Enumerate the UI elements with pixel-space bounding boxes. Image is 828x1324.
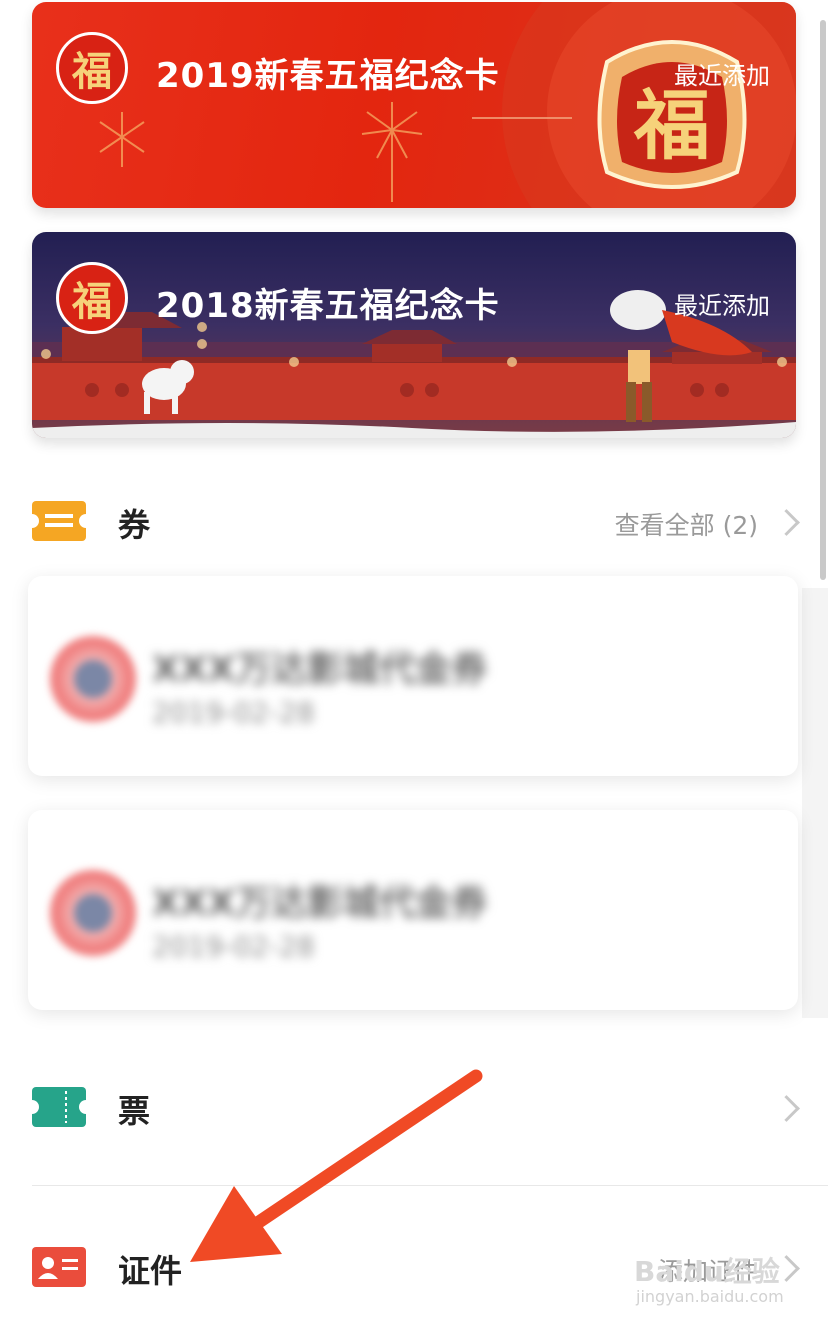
tickets-label: 票 <box>118 1092 151 1130</box>
card-title: 2018新春五福纪念卡 <box>156 286 500 326</box>
card-2018-wufu[interactable]: 福 2018新春五福纪念卡 最近添加 <box>32 232 796 438</box>
card-2019-wufu[interactable]: 福 福 2019新春五福纪念卡 最近添加 <box>32 2 796 208</box>
id-card-icon <box>32 1247 86 1287</box>
coupon-name: XXX万达影城代金券 <box>152 649 488 690</box>
watermark-url: jingyan.baidu.com <box>636 1287 784 1306</box>
merchant-logo-icon <box>50 636 136 722</box>
merchant-logo-icon <box>50 870 136 956</box>
coupon-subtitle: 2019-02-28 <box>152 696 315 729</box>
divider <box>32 1185 828 1186</box>
view-all-link[interactable]: 查看全部 (2) <box>615 506 758 542</box>
card-2018-background <box>32 290 796 438</box>
watermark-brand: Baidu经验 <box>634 1255 780 1288</box>
scrollbar[interactable] <box>818 0 828 1324</box>
tickets-section-row[interactable]: 票 <box>0 1062 828 1152</box>
fu-badge-icon: 福 <box>56 262 128 334</box>
recent-added-tag: 最近添加 <box>674 292 770 320</box>
card-2019-background: 福 <box>99 2 796 208</box>
coupons-label: 券 <box>118 506 151 544</box>
coupons-section-header[interactable]: 券 查看全部 (2) <box>0 476 828 566</box>
coupon-card[interactable]: XXX万达影城代金券 2019-02-28 <box>28 810 798 1010</box>
ticket-stub-icon <box>25 1087 93 1127</box>
card-title: 2019新春五福纪念卡 <box>156 56 500 96</box>
coupon-name: XXX万达影城代金券 <box>152 883 488 924</box>
chevron-right-icon <box>773 509 800 536</box>
svg-text:福: 福 <box>633 81 710 170</box>
recent-added-tag: 最近添加 <box>674 62 770 90</box>
coupon-subtitle: 2019-02-28 <box>152 930 315 963</box>
chevron-right-icon <box>773 1095 800 1122</box>
fu-badge-icon: 福 <box>56 32 128 104</box>
id-label: 证件 <box>118 1252 183 1290</box>
scrollbar-thumb[interactable] <box>820 20 826 580</box>
coupon-ticket-icon <box>25 501 93 541</box>
coupon-card[interactable]: XXX万达影城代金券 2019-02-28 <box>28 576 798 776</box>
